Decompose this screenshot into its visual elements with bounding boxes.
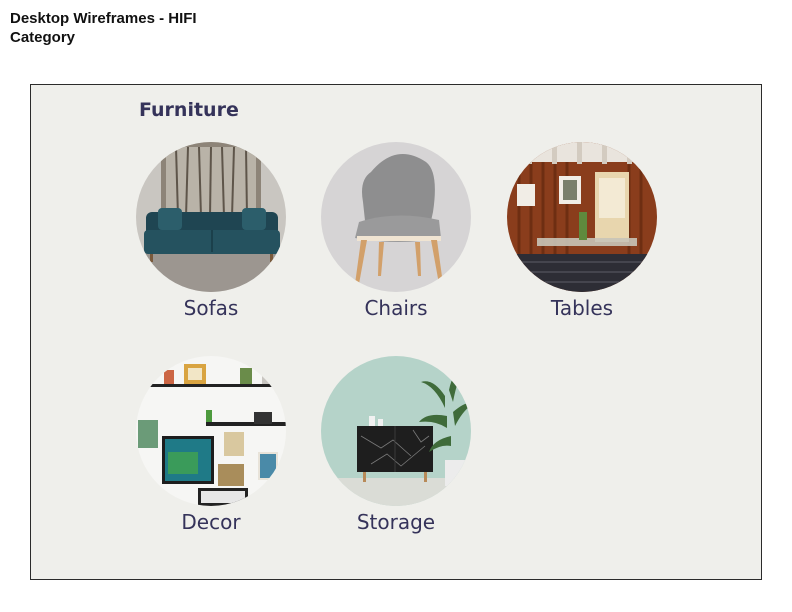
page-title: Desktop Wireframes - HIFI Category — [10, 9, 197, 47]
category-tile-decor[interactable]: Decor — [131, 356, 291, 534]
category-tile-tables[interactable]: Tables — [502, 142, 662, 320]
sofa-image[interactable] — [136, 142, 286, 292]
category-label-storage[interactable]: Storage — [316, 510, 476, 534]
category-label-sofas[interactable]: Sofas — [131, 296, 291, 320]
category-tile-chairs[interactable]: Chairs — [316, 142, 476, 320]
chair-image[interactable] — [321, 142, 471, 292]
category-frame: Furniture Sofas Chairs Tables Decor Stor… — [30, 84, 762, 580]
dining-room-image[interactable] — [507, 142, 657, 292]
page-subtitle: Category — [10, 29, 76, 46]
gallery-wall-image[interactable] — [136, 356, 286, 506]
page-title-line-1: Desktop Wireframes - HIFI — [10, 10, 197, 27]
category-label-decor[interactable]: Decor — [131, 510, 291, 534]
category-tile-sofas[interactable]: Sofas — [131, 142, 291, 320]
category-tile-storage[interactable]: Storage — [316, 356, 476, 534]
sideboard-image[interactable] — [321, 356, 471, 506]
category-label-chairs[interactable]: Chairs — [316, 296, 476, 320]
category-label-tables[interactable]: Tables — [502, 296, 662, 320]
section-title: Furniture — [139, 99, 239, 121]
